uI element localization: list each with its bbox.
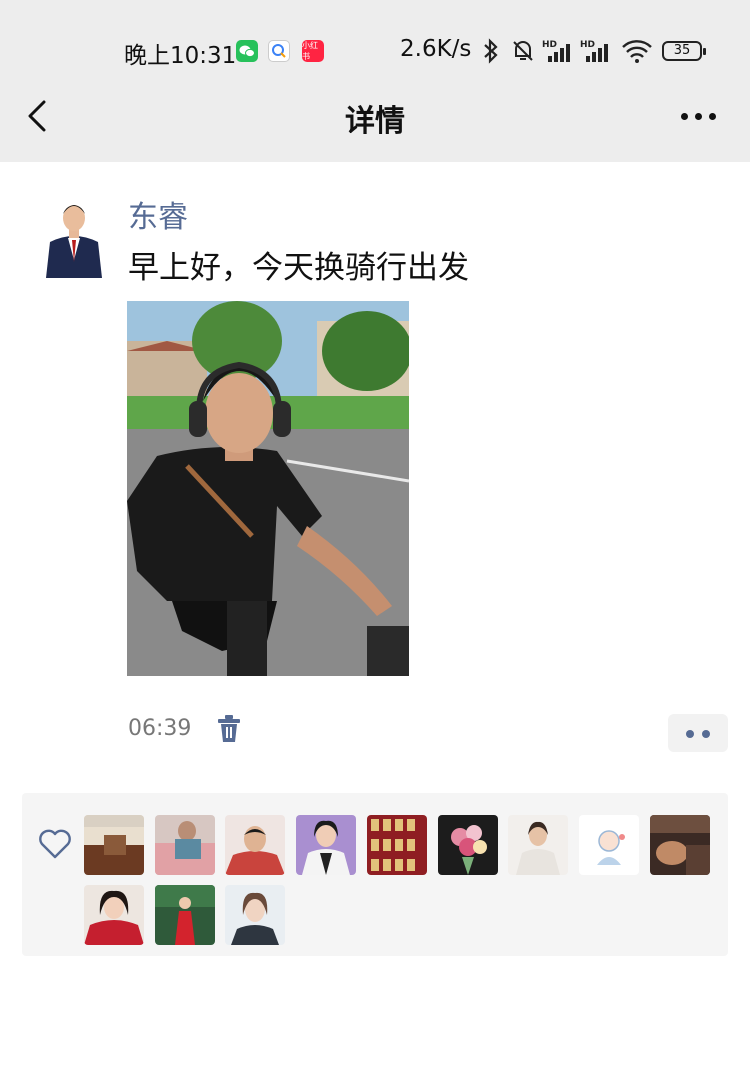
like-avatar-10[interactable]: [84, 885, 144, 945]
like-avatar-12[interactable]: [225, 885, 285, 945]
bluetooth-icon: [480, 38, 502, 68]
author-avatar[interactable]: [44, 190, 104, 278]
like-avatar-1[interactable]: [84, 815, 144, 875]
signal-hd-icon-2: HD: [580, 38, 614, 68]
mute-bell-icon: [510, 38, 536, 68]
like-avatar-2[interactable]: [155, 815, 215, 875]
more-dot-icon: [695, 113, 702, 120]
author-name[interactable]: 东睿: [128, 192, 188, 236]
post-text: 早上好，今天换骑行出发: [128, 250, 469, 286]
status-time: 晚上10:31: [124, 43, 237, 69]
trash-icon: [218, 715, 240, 742]
menu-dot-icon: [702, 730, 710, 738]
page-title: 详情: [345, 104, 405, 139]
like-avatar-6[interactable]: [438, 815, 498, 875]
network-speed: 2.6K/s: [400, 36, 472, 62]
heart-icon: [39, 829, 71, 859]
like-avatar-7[interactable]: [508, 815, 568, 875]
battery-indicator: 35: [662, 41, 706, 61]
post-photo[interactable]: [127, 301, 409, 676]
svg-text:HD: HD: [542, 40, 557, 50]
more-dot-icon: [681, 113, 688, 120]
status-bar: 晚上10:31 小红书 2.6K/s HD HD 35: [0, 34, 750, 70]
signal-hd-icon: HD: [542, 38, 576, 68]
menu-dot-icon: [686, 730, 694, 738]
like-avatar-8[interactable]: [579, 815, 639, 875]
post-time: 06:39: [128, 716, 192, 741]
like-avatar-11[interactable]: [155, 885, 215, 945]
wechat-icon: [236, 40, 258, 62]
page-header: 详情: [0, 80, 750, 154]
like-avatar-5[interactable]: [367, 815, 427, 875]
top-bar: 晚上10:31 小红书 2.6K/s HD HD 35 详情: [0, 0, 750, 162]
delete-button[interactable]: [216, 714, 242, 744]
wifi-icon: [620, 38, 654, 68]
search-app-icon: [268, 40, 290, 62]
like-avatar-3[interactable]: [225, 815, 285, 875]
like-avatar-9[interactable]: [650, 815, 710, 875]
more-options-button[interactable]: [678, 110, 718, 124]
svg-text:HD: HD: [580, 40, 595, 50]
more-dot-icon: [709, 113, 716, 120]
xiaohongshu-icon: 小红书: [302, 40, 324, 62]
like-avatar-4[interactable]: [296, 815, 356, 875]
likes-panel: [22, 793, 728, 956]
comment-like-menu-button[interactable]: [668, 714, 728, 752]
